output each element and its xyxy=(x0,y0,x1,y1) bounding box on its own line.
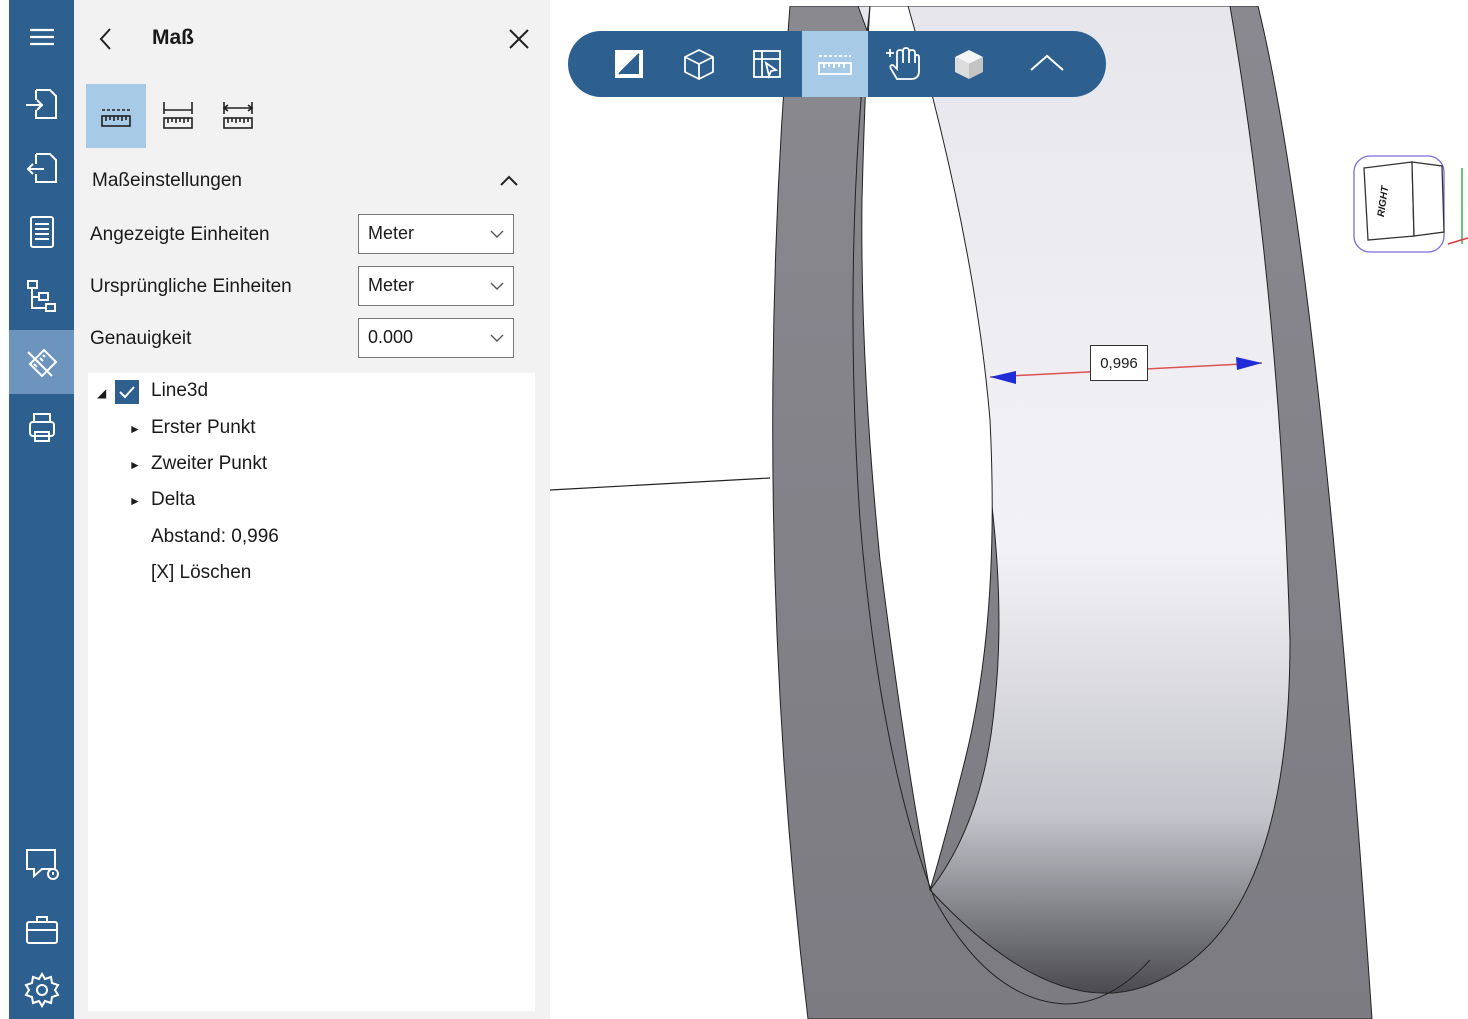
ruler-icon xyxy=(818,55,852,75)
collapse-toolbar-button[interactable] xyxy=(1014,31,1080,97)
precision-label: Genauigkeit xyxy=(90,328,192,349)
export-file-button[interactable] xyxy=(9,136,74,200)
displayed-units-value: Meter xyxy=(368,223,415,243)
view-toolbar xyxy=(568,31,1106,97)
view-cube[interactable]: RIGHT xyxy=(1344,148,1468,260)
export-file-icon xyxy=(26,153,57,183)
model-tree-button[interactable] xyxy=(9,264,74,328)
3d-viewport[interactable] xyxy=(550,6,1468,1019)
line-measure-icon xyxy=(163,102,193,129)
collapse-section-chevron-icon[interactable] xyxy=(494,168,524,194)
open-file-button[interactable] xyxy=(9,72,74,136)
solid-cube-button[interactable] xyxy=(936,31,1002,97)
solid-cube-icon xyxy=(955,50,983,79)
collapse-chevron-icon xyxy=(1030,54,1064,71)
view-cube-icon xyxy=(1353,155,1468,253)
settings-gear-icon xyxy=(24,972,59,1008)
open-file-icon xyxy=(25,89,57,119)
hamburger-menu-button[interactable] xyxy=(9,6,74,70)
wireframe-cube-icon xyxy=(684,48,714,81)
line3d-checkbox[interactable] xyxy=(115,380,139,404)
select-box-button[interactable] xyxy=(734,31,800,97)
back-chevron-icon[interactable] xyxy=(92,22,122,56)
model-tree-icon xyxy=(26,280,56,312)
print-icon xyxy=(28,413,55,442)
tree-item-second-point[interactable]: Zweiter Punkt xyxy=(151,453,267,475)
tree-root-line3d[interactable]: Line3d xyxy=(151,380,208,402)
original-units-value: Meter xyxy=(368,275,415,295)
model-render xyxy=(550,6,1373,1019)
document-button[interactable] xyxy=(9,200,74,264)
settings-button[interactable] xyxy=(9,962,74,1018)
original-units-select[interactable]: Meter xyxy=(358,266,514,306)
print-button[interactable] xyxy=(9,396,74,460)
point-measure-tool[interactable] xyxy=(86,84,146,148)
measure-tool-icon xyxy=(26,348,57,378)
tree-item-arrow[interactable]: ► xyxy=(129,494,141,508)
delete-measurement-link[interactable]: [X] Löschen xyxy=(151,562,251,584)
tree-item-delta[interactable]: Delta xyxy=(151,489,195,511)
section-plane-icon xyxy=(615,50,643,78)
rail-edge xyxy=(0,0,9,1019)
section-plane-button[interactable] xyxy=(596,31,662,97)
document-icon xyxy=(29,216,54,248)
feedback-icon xyxy=(25,849,59,880)
line-measure-tool[interactable] xyxy=(148,84,208,148)
point-measure-icon xyxy=(101,109,131,127)
distance-measure-tool[interactable] xyxy=(208,84,268,148)
close-icon[interactable] xyxy=(504,24,534,54)
distance-measure-icon xyxy=(222,102,254,129)
section-title: Maßeinstellungen xyxy=(92,170,242,191)
tree-item-arrow[interactable]: ► xyxy=(129,422,141,436)
checkmark-icon xyxy=(119,386,135,399)
precision-value: 0.000 xyxy=(368,327,414,347)
feedback-button[interactable] xyxy=(9,832,74,896)
briefcase-button[interactable] xyxy=(9,898,74,962)
dimension-label: 0,996 xyxy=(1090,345,1148,381)
ruler-button[interactable] xyxy=(802,31,868,97)
panel-title: Maß xyxy=(152,26,194,49)
original-units-label: Ursprüngliche Einheiten xyxy=(90,276,292,297)
chevron-down-icon xyxy=(490,230,504,238)
chevron-down-icon xyxy=(490,282,504,290)
pan-hand-button[interactable] xyxy=(870,31,936,97)
measure-tool-button[interactable] xyxy=(9,330,74,394)
tree-item-first-point[interactable]: Erster Punkt xyxy=(151,417,256,439)
chevron-down-icon xyxy=(490,334,504,342)
tree-expand-toggle[interactable]: ◢ xyxy=(97,386,106,400)
precision-select[interactable]: 0.000 xyxy=(358,318,514,358)
briefcase-icon xyxy=(25,916,58,944)
distance-value: Abstand: 0,996 xyxy=(151,526,279,547)
pan-hand-icon xyxy=(886,47,920,80)
left-navigation-rail xyxy=(0,0,74,1019)
hamburger-icon xyxy=(29,28,54,46)
displayed-units-label: Angezeigte Einheiten xyxy=(90,224,270,245)
tree-item-arrow[interactable]: ► xyxy=(129,458,141,472)
wireframe-cube-button[interactable] xyxy=(666,31,732,97)
select-box-icon xyxy=(753,50,781,80)
displayed-units-select[interactable]: Meter xyxy=(358,214,514,254)
